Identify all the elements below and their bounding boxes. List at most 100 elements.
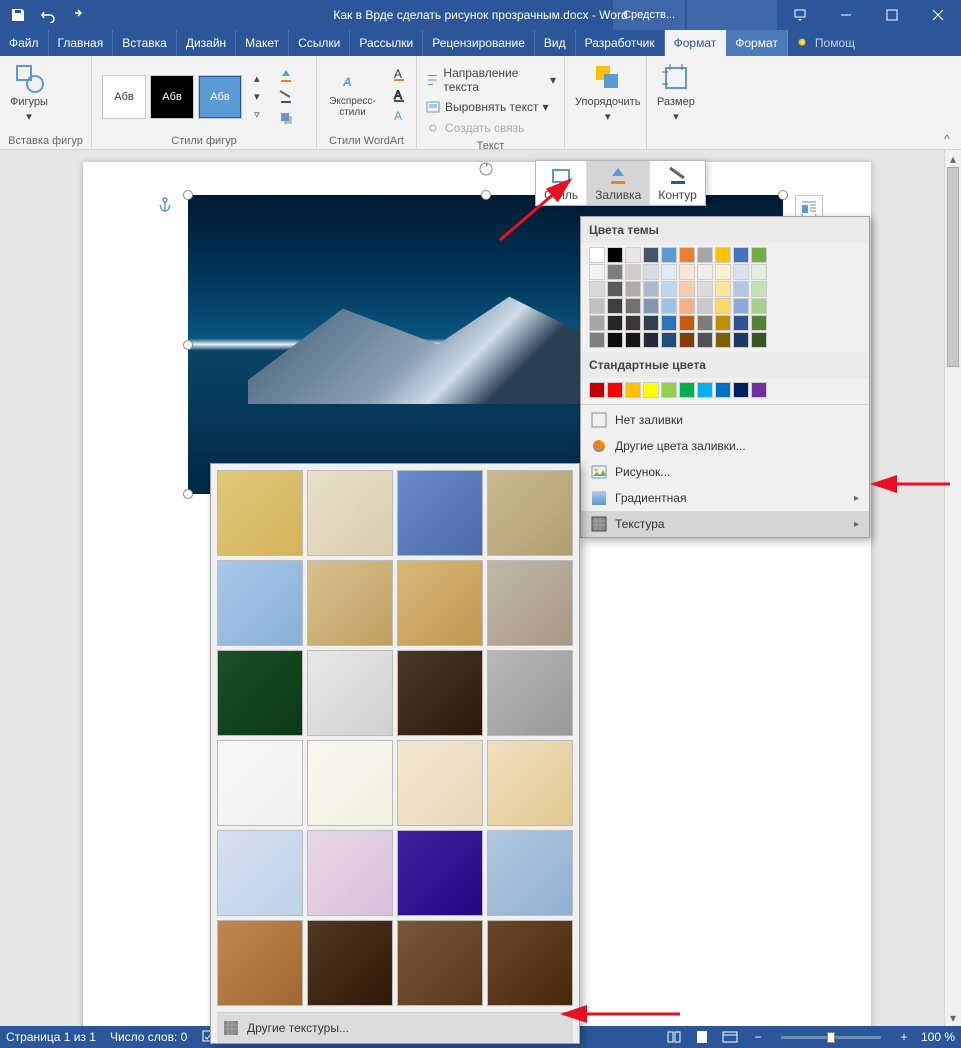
- texture-swatch[interactable]: [217, 920, 303, 1006]
- shape-style-3[interactable]: Абв: [198, 75, 242, 119]
- color-swatch[interactable]: [679, 247, 695, 263]
- texture-fill-item[interactable]: Текстура▸: [581, 511, 869, 537]
- color-swatch[interactable]: [607, 382, 623, 398]
- color-swatch[interactable]: [697, 315, 713, 331]
- shape-style-1[interactable]: Абв: [102, 75, 146, 119]
- create-link-button[interactable]: Создать связь: [421, 118, 560, 138]
- align-text-button[interactable]: Выровнять текст▾: [421, 97, 560, 117]
- tab-review[interactable]: Рецензирование: [423, 30, 535, 56]
- no-fill-item[interactable]: Нет заливки: [581, 407, 869, 433]
- text-effects-button[interactable]: A: [388, 106, 412, 126]
- color-swatch[interactable]: [697, 247, 713, 263]
- gallery-down-icon[interactable]: ▾: [250, 88, 264, 105]
- color-swatch[interactable]: [643, 247, 659, 263]
- text-direction-button[interactable]: Направление текста▾: [421, 64, 560, 96]
- color-swatch[interactable]: [589, 332, 605, 348]
- zoom-out-icon[interactable]: −: [747, 1028, 769, 1046]
- arrange-button[interactable]: Упорядочить▾: [569, 60, 646, 125]
- color-swatch[interactable]: [607, 332, 623, 348]
- tab-developer[interactable]: Разработчик: [576, 30, 665, 56]
- vertical-scrollbar[interactable]: ▴ ▾: [944, 150, 961, 1026]
- minimize-icon[interactable]: [823, 0, 869, 30]
- color-swatch[interactable]: [661, 247, 677, 263]
- tell-me-search[interactable]: Помощ: [788, 30, 863, 56]
- texture-swatch[interactable]: [397, 920, 483, 1006]
- color-swatch[interactable]: [661, 298, 677, 314]
- close-icon[interactable]: [915, 0, 961, 30]
- color-swatch[interactable]: [661, 332, 677, 348]
- print-layout-icon[interactable]: [691, 1028, 713, 1046]
- texture-swatch[interactable]: [397, 740, 483, 826]
- web-layout-icon[interactable]: [719, 1028, 741, 1046]
- scroll-down-icon[interactable]: ▾: [945, 1009, 961, 1026]
- shape-fill-button[interactable]: [274, 66, 298, 86]
- zoom-in-icon[interactable]: +: [893, 1028, 915, 1046]
- tab-format-picture[interactable]: Формат: [726, 30, 788, 56]
- tab-layout[interactable]: Макет: [236, 30, 289, 56]
- color-swatch[interactable]: [751, 315, 767, 331]
- shape-style-2[interactable]: Абв: [150, 75, 194, 119]
- tab-references[interactable]: Ссылки: [289, 30, 350, 56]
- picture-fill-item[interactable]: Рисунок...: [581, 459, 869, 485]
- user-account[interactable]: [687, 0, 777, 30]
- color-swatch[interactable]: [625, 315, 641, 331]
- color-swatch[interactable]: [715, 281, 731, 297]
- color-swatch[interactable]: [643, 281, 659, 297]
- color-swatch[interactable]: [733, 264, 749, 280]
- tab-format-shape[interactable]: Формат: [665, 30, 727, 56]
- word-count[interactable]: Число слов: 0: [110, 1030, 187, 1044]
- color-swatch[interactable]: [607, 315, 623, 331]
- tab-home[interactable]: Главная: [49, 30, 114, 56]
- color-swatch[interactable]: [751, 281, 767, 297]
- texture-swatch[interactable]: [487, 740, 573, 826]
- color-swatch[interactable]: [697, 332, 713, 348]
- resize-handle[interactable]: [183, 489, 193, 499]
- texture-swatch[interactable]: [217, 560, 303, 646]
- texture-swatch[interactable]: [487, 650, 573, 736]
- color-swatch[interactable]: [625, 332, 641, 348]
- read-mode-icon[interactable]: [663, 1028, 685, 1046]
- color-swatch[interactable]: [607, 264, 623, 280]
- texture-swatch[interactable]: [307, 830, 393, 916]
- color-swatch[interactable]: [661, 315, 677, 331]
- color-swatch[interactable]: [679, 264, 695, 280]
- texture-swatch[interactable]: [217, 470, 303, 556]
- color-swatch[interactable]: [625, 264, 641, 280]
- text-fill-button[interactable]: A: [388, 64, 412, 84]
- redo-icon[interactable]: [64, 1, 92, 29]
- color-swatch[interactable]: [733, 281, 749, 297]
- tab-design[interactable]: Дизайн: [177, 30, 236, 56]
- color-swatch[interactable]: [751, 382, 767, 398]
- color-swatch[interactable]: [607, 281, 623, 297]
- texture-swatch[interactable]: [487, 470, 573, 556]
- color-swatch[interactable]: [589, 315, 605, 331]
- color-swatch[interactable]: [625, 247, 641, 263]
- tab-file[interactable]: Файл: [0, 30, 49, 56]
- color-swatch[interactable]: [715, 332, 731, 348]
- color-swatch[interactable]: [589, 281, 605, 297]
- text-outline-button[interactable]: A: [388, 85, 412, 105]
- color-swatch[interactable]: [733, 247, 749, 263]
- color-swatch[interactable]: [643, 382, 659, 398]
- color-swatch[interactable]: [679, 382, 695, 398]
- resize-handle[interactable]: [778, 190, 788, 200]
- maximize-icon[interactable]: [869, 0, 915, 30]
- color-swatch[interactable]: [751, 332, 767, 348]
- texture-swatch[interactable]: [307, 470, 393, 556]
- scroll-thumb[interactable]: [947, 167, 959, 367]
- color-swatch[interactable]: [625, 281, 641, 297]
- color-swatch[interactable]: [715, 382, 731, 398]
- texture-swatch[interactable]: [307, 650, 393, 736]
- texture-swatch[interactable]: [397, 650, 483, 736]
- shapes-button[interactable]: Фигуры ▾: [4, 60, 54, 125]
- shape-outline-button[interactable]: [274, 87, 298, 107]
- save-icon[interactable]: [4, 1, 32, 29]
- color-swatch[interactable]: [733, 298, 749, 314]
- more-textures-item[interactable]: Другие текстуры...: [217, 1012, 573, 1043]
- mini-fill-button[interactable]: Заливка: [587, 161, 650, 205]
- color-swatch[interactable]: [679, 315, 695, 331]
- texture-swatch[interactable]: [397, 470, 483, 556]
- color-swatch[interactable]: [733, 315, 749, 331]
- wordart-styles-button[interactable]: A Экспресс-стили: [321, 60, 384, 120]
- texture-swatch[interactable]: [487, 920, 573, 1006]
